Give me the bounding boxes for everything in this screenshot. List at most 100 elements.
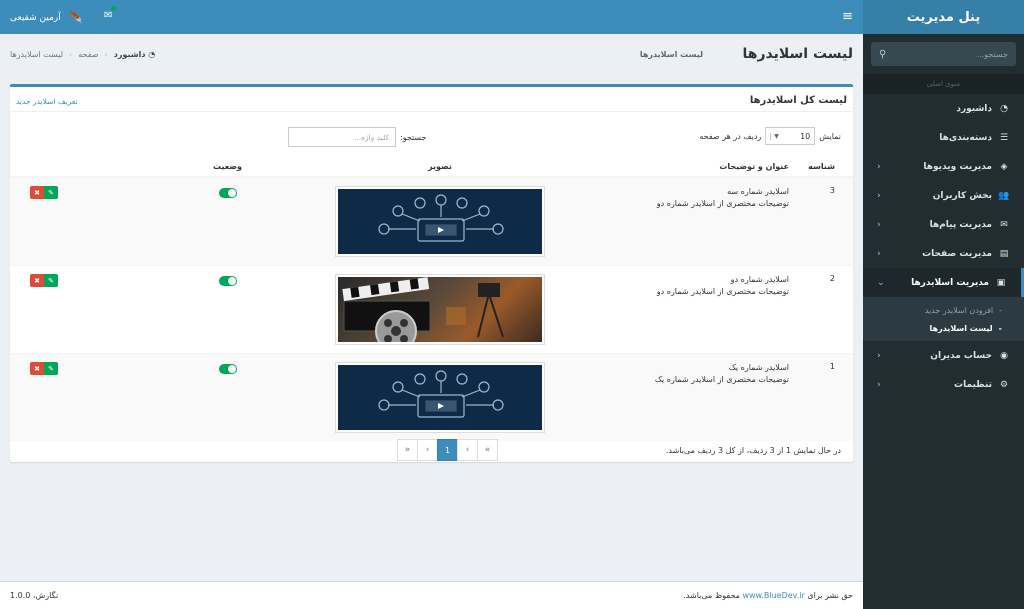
chevron-left-icon: ‹ <box>877 350 881 361</box>
sidebar-item-messages[interactable]: ✉ مدیریت پیام‌ها ‹ <box>863 210 1024 239</box>
image-icon: ▣ <box>996 277 1006 288</box>
pager-current-page[interactable]: 1 <box>437 439 458 461</box>
row-status-cell <box>155 176 300 266</box>
sidebar-subitem-label: افزودن اسلایدر جدید <box>924 305 994 315</box>
length-suffix: ردیف در هر صفحه <box>699 131 762 141</box>
edit-button[interactable]: ✎ <box>44 362 58 375</box>
table-info: در حال نمایش 1 از 3 ردیف، از کل 3 ردیف م… <box>665 446 841 455</box>
breadcrumb-home-label: داشبورد <box>113 50 146 59</box>
user-circle-icon: ◉ <box>1000 350 1008 361</box>
brand-title[interactable]: پنل مدیریت <box>863 0 1024 34</box>
sidebar-item-dashboard[interactable]: ◔ داشبورد <box>863 94 1024 123</box>
edit-button[interactable]: ✎ <box>44 186 58 199</box>
chevron-left-icon: ‹ <box>877 379 881 390</box>
row-actions: ✖ ✎ <box>10 353 155 441</box>
search-icon[interactable]: ⚲ <box>879 49 886 60</box>
row-description: توضیحات مختصری از اسلایدر شماره دو <box>656 199 789 208</box>
breadcrumb-home[interactable]: ◔ داشبورد <box>114 50 155 59</box>
sidebar-toggle-icon[interactable]: ≡ <box>842 9 853 24</box>
row-title: اسلایدر شماره دو <box>730 275 789 284</box>
sidebar-subitem-add-slider[interactable]: - افزودن اسلایدر جدید <box>863 301 1024 319</box>
user-name: آرمین شفیعی <box>10 12 61 23</box>
copyright-prefix: حق نشر برای <box>807 591 853 600</box>
delete-button[interactable]: ✖ <box>30 186 44 199</box>
copyright-link[interactable]: www.BlueDev.ir <box>742 591 804 600</box>
sidebar-item-categories[interactable]: ☰ دسته‌بندی‌ها <box>863 123 1024 152</box>
breadcrumb-page[interactable]: صفحه <box>78 50 98 59</box>
pager-next[interactable]: › <box>417 439 438 461</box>
sidebar-item-label: مدیریت ویدیوها <box>923 161 992 172</box>
row-title-cell: اسلایدر شماره دو توضیحات مختصری از اسلای… <box>580 265 795 354</box>
sidebar-subitem-slider-list[interactable]: - لیست اسلایدرها <box>863 319 1024 337</box>
sidebar-search-input[interactable]: جستجو... <box>977 50 1008 59</box>
new-slider-link[interactable]: تعریف اسلایدر جدید <box>16 97 78 106</box>
copyright: حق نشر برای www.BlueDev.ir محفوظ می‌باشد… <box>683 591 853 600</box>
row-status-cell <box>155 265 300 354</box>
media-icons-graphic <box>378 194 504 242</box>
table-search-input[interactable]: کلید واژه... <box>288 127 396 147</box>
bullet-icon: - <box>998 323 1002 333</box>
copyright-suffix: محفوظ می‌باشد. <box>683 591 740 600</box>
user-menu[interactable]: 🪶 آرمین شفیعی <box>10 11 82 24</box>
column-header-status[interactable]: وضعیت <box>155 157 300 178</box>
row-image-cell <box>300 176 580 266</box>
page-length-select[interactable]: ▼ 10 <box>765 127 816 145</box>
messages-icon[interactable]: ✉ <box>104 6 117 21</box>
delete-button[interactable]: ✖ <box>30 362 44 375</box>
status-toggle[interactable] <box>218 188 237 198</box>
sidebar-item-label: دسته‌بندی‌ها <box>939 132 992 143</box>
row-id: 2 <box>795 265 853 354</box>
sidebar-item-settings[interactable]: ⚙ تنظیمات ‹ <box>863 370 1024 399</box>
sidebar-item-admins[interactable]: ◉ حساب مدیران ‹ <box>863 341 1024 370</box>
edit-button[interactable]: ✎ <box>44 274 58 287</box>
chevron-down-icon: ⌄ <box>877 277 885 288</box>
column-header-image[interactable]: تصویر <box>300 157 580 178</box>
pager-last[interactable]: » <box>397 439 418 461</box>
sidebar-menu: ◔ داشبورد ☰ دسته‌بندی‌ها ◈ مدیریت ویدیوه… <box>863 94 1024 399</box>
chevron-left-icon: ‹ <box>877 248 881 259</box>
column-header-title[interactable]: عنوان و توضیحات <box>580 157 795 178</box>
row-image-cell <box>300 265 580 354</box>
table-row: 3 اسلایدر شماره سه توضیحات مختصری از اسل… <box>10 176 853 266</box>
top-navbar: ≡ 🪶 آرمین شفیعی ✉ <box>0 0 863 34</box>
delete-button[interactable]: ✖ <box>30 274 44 287</box>
page-length-value: 10 <box>800 131 811 141</box>
users-icon: 👥 <box>998 190 1010 201</box>
row-id: 1 <box>795 353 853 441</box>
pager-first[interactable]: « <box>477 439 498 461</box>
divider <box>10 111 853 112</box>
sidebar-item-label: مدیریت اسلایدرها <box>911 277 989 288</box>
sidebar-item-users[interactable]: 👥 بخش کاربران ‹ <box>863 181 1024 210</box>
box-title: لیست کل اسلایدرها <box>749 95 847 106</box>
status-toggle[interactable] <box>218 364 237 374</box>
chevron-left-icon: ‹ <box>877 190 881 201</box>
breadcrumb: ◔ داشبورد › صفحه › لیست اسلایدرها <box>10 50 155 59</box>
media-icons-graphic <box>378 370 504 418</box>
sidebar-item-label: بخش کاربران <box>932 190 992 201</box>
pagination: » › 1 ‹ « <box>397 439 498 461</box>
chevron-down-icon: ▼ <box>770 132 779 140</box>
status-toggle[interactable] <box>218 276 237 286</box>
sidebar-item-label: حساب مدیران <box>930 350 992 361</box>
sidebar-item-pages[interactable]: ▤ مدیریت صفحات ‹ <box>863 239 1024 268</box>
column-header-actions <box>10 157 155 178</box>
sidebar-item-videos[interactable]: ◈ مدیریت ویدیوها ‹ <box>863 152 1024 181</box>
sidebar-item-label: داشبورد <box>956 103 992 114</box>
sidebar-search[interactable]: جستجو... ⚲ <box>871 42 1016 66</box>
row-actions: ✖ ✎ <box>10 265 155 354</box>
table-row: 2 اسلایدر شماره دو توضیحات مختصری از اسل… <box>10 265 853 354</box>
table-filter: جستجو: کلید واژه... <box>288 127 427 147</box>
film-icon: ◈ <box>1000 161 1008 172</box>
row-description: توضیحات مختصری از اسلایدر شماره یک <box>654 375 789 384</box>
pager-prev[interactable]: ‹ <box>457 439 478 461</box>
row-title: اسلایدر شماره یک <box>728 363 789 372</box>
sidebar-item-sliders[interactable]: ▣ مدیریت اسلایدرها ⌄ <box>863 268 1024 297</box>
content-header: لیست اسلایدرها لیست اسلایدرها ◔ داشبورد … <box>0 34 863 74</box>
column-header-id[interactable]: شناسه <box>795 157 853 178</box>
gear-icon: ⚙ <box>999 379 1009 390</box>
page-subtitle: لیست اسلایدرها <box>639 50 703 59</box>
sidebar-subitem-label: لیست اسلایدرها <box>929 323 993 333</box>
row-image-cell <box>300 353 580 441</box>
sliders-box: لیست کل اسلایدرها تعریف اسلایدر جدید نما… <box>10 84 853 462</box>
version: نگارش، 1.0.0 <box>10 591 59 600</box>
